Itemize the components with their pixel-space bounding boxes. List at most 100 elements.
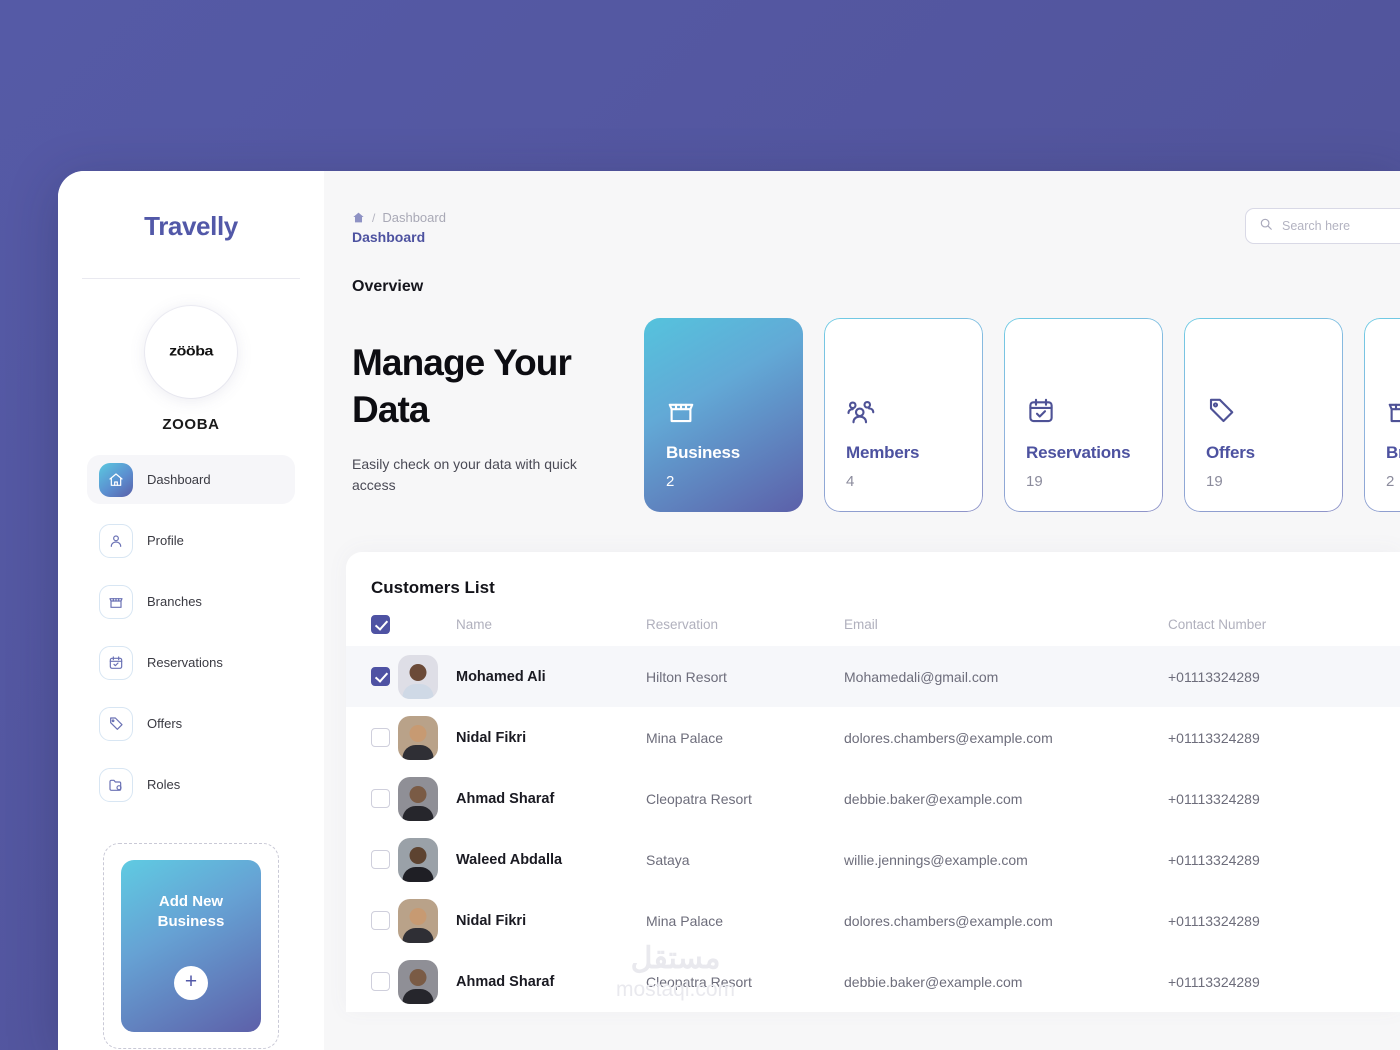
row-select-cell: [346, 768, 398, 829]
row-avatar-cell: [398, 890, 456, 951]
select-all-checkbox[interactable]: [371, 615, 390, 634]
table-row[interactable]: Nidal Fikri Mina Palace dolores.chambers@e…: [346, 707, 1400, 768]
row-checkbox[interactable]: [371, 728, 390, 747]
add-new-business-line2: Business: [157, 913, 225, 930]
row-avatar-cell: [398, 707, 456, 768]
table-row[interactable]: Mohamed Ali Hilton Resort Mohamedali@gmail…: [346, 646, 1400, 707]
brand-logo[interactable]: Travelly: [144, 211, 238, 242]
home-icon[interactable]: [352, 211, 365, 224]
sidebar-item-profile[interactable]: Profile: [87, 516, 295, 565]
row-contact: +01113324289: [1168, 912, 1260, 929]
row-reservation: Mina Palace: [646, 729, 724, 746]
sidebar-divider: [82, 278, 300, 279]
stat-card-value: 19: [1206, 473, 1223, 490]
row-contact: +01113324289: [1168, 973, 1260, 990]
search-box[interactable]: [1245, 208, 1400, 244]
tag-icon: [1206, 396, 1321, 426]
column-header-email[interactable]: Email: [844, 615, 1168, 646]
breadcrumb: / Dashboard Dashboard: [352, 210, 446, 245]
row-avatar-cell: [398, 646, 456, 707]
table-row[interactable]: Nidal Fikri Mina Palace dolores.chambers@e…: [346, 890, 1400, 951]
stat-card-members[interactable]: Members 4: [824, 318, 983, 512]
stat-card-label: Branches: [1386, 443, 1400, 462]
stat-card-value: 2: [1386, 473, 1395, 490]
select-all-cell: [346, 615, 398, 646]
hero-subtitle: Easily check on your data with quick acc…: [352, 456, 577, 493]
avatar: [398, 715, 438, 760]
home-icon: [99, 462, 133, 497]
column-header-name[interactable]: Name: [456, 615, 646, 646]
row-email: dolores.chambers@example.com: [844, 912, 1053, 929]
row-reservation: Mina Palace: [646, 912, 724, 929]
avatar-column-header: [398, 615, 456, 646]
breadcrumb-separator: /: [372, 210, 376, 225]
row-checkbox[interactable]: [371, 911, 390, 930]
overview-row: Manage Your Data Easily check on your da…: [324, 318, 1400, 512]
row-select-cell: [346, 829, 398, 890]
row-reservation: Cleopatra Resort: [646, 790, 752, 807]
business-logo-text: zööba: [169, 344, 213, 359]
row-name: Waleed Abdalla: [456, 851, 563, 868]
store-icon: [666, 396, 781, 426]
row-contact: +01113324289: [1168, 790, 1260, 807]
stat-card-business[interactable]: Business 2: [644, 318, 803, 512]
overview-section-title: Overview: [352, 278, 424, 295]
row-contact: +01113324289: [1168, 851, 1260, 868]
row-email: debbie.baker@example.com: [844, 973, 1023, 990]
stat-card-offers[interactable]: Offers 19: [1184, 318, 1343, 512]
stat-card-branches[interactable]: Branches 2: [1364, 318, 1400, 512]
row-avatar-cell: [398, 768, 456, 829]
sidebar-item-roles[interactable]: Roles: [87, 760, 295, 809]
sidebar-item-offers[interactable]: Offers: [87, 699, 295, 748]
stat-card-label: Members: [846, 443, 920, 462]
sidebar-item-label: Roles: [147, 777, 181, 792]
row-checkbox[interactable]: [371, 972, 390, 991]
table-row[interactable]: Ahmad Sharaf Cleopatra Resort debbie.baker…: [346, 951, 1400, 1012]
column-header-reservation[interactable]: Reservation: [646, 615, 844, 646]
row-select-cell: [346, 707, 398, 768]
sidebar-item-label: Branches: [147, 594, 202, 609]
calendar-check-icon: [1026, 396, 1141, 426]
stat-card-label: Business: [666, 443, 740, 462]
customers-table: Name Reservation Email Contact Number Mo…: [346, 615, 1400, 1012]
store-icon: [99, 584, 133, 619]
table-row[interactable]: Ahmad Sharaf Cleopatra Resort debbie.baker…: [346, 768, 1400, 829]
avatar: [398, 654, 438, 699]
row-checkbox[interactable]: [371, 850, 390, 869]
breadcrumb-trail: / Dashboard: [352, 210, 446, 225]
row-reservation: Sataya: [646, 851, 690, 868]
hero-heading-line1: Manage Your: [352, 342, 572, 383]
search-input[interactable]: [1282, 219, 1400, 233]
avatar: [398, 898, 438, 943]
table-head: Name Reservation Email Contact Number: [346, 615, 1400, 646]
table-row[interactable]: Waleed Abdalla Sataya willie.jennings@exam…: [346, 829, 1400, 890]
breadcrumb-parent-link[interactable]: Dashboard: [382, 210, 446, 225]
plus-icon[interactable]: +: [174, 966, 208, 1001]
row-select-cell: [346, 890, 398, 951]
sidebar-item-reservations[interactable]: Reservations: [87, 638, 295, 687]
sidebar-item-label: Dashboard: [147, 472, 211, 487]
add-new-business-label: Add New Business: [158, 892, 225, 933]
table-header-row: Name Reservation Email Contact Number: [346, 615, 1400, 646]
tag-icon: [99, 706, 133, 741]
sidebar-item-branches[interactable]: Branches: [87, 577, 295, 626]
add-new-business-line1: Add New: [158, 892, 224, 910]
row-select-cell: [346, 646, 398, 707]
row-select-cell: [346, 951, 398, 1012]
row-email: Mohamedali@gmail.com: [844, 668, 999, 685]
row-checkbox[interactable]: [371, 789, 390, 808]
main-content: / Dashboard Dashboard Overview Manage Yo…: [324, 171, 1400, 1050]
row-contact: +01113324289: [1168, 668, 1260, 685]
row-checkbox[interactable]: [371, 667, 390, 686]
column-header-contact[interactable]: Contact Number: [1168, 615, 1400, 646]
row-email: debbie.baker@example.com: [844, 790, 1023, 807]
stat-cards-row: Business 2 Members 4 Reservations 19 Off…: [644, 318, 1400, 512]
row-reservation: Cleopatra Resort: [646, 973, 752, 990]
table-body: Mohamed Ali Hilton Resort Mohamedali@gmail…: [346, 646, 1400, 1012]
stat-card-reservations[interactable]: Reservations 19: [1004, 318, 1163, 512]
avatar: [398, 959, 438, 1004]
row-name: Ahmad Sharaf: [456, 973, 555, 990]
sidebar-item-dashboard[interactable]: Dashboard: [87, 455, 295, 504]
add-new-business-button[interactable]: Add New Business +: [121, 860, 261, 1032]
avatar: [398, 837, 438, 882]
